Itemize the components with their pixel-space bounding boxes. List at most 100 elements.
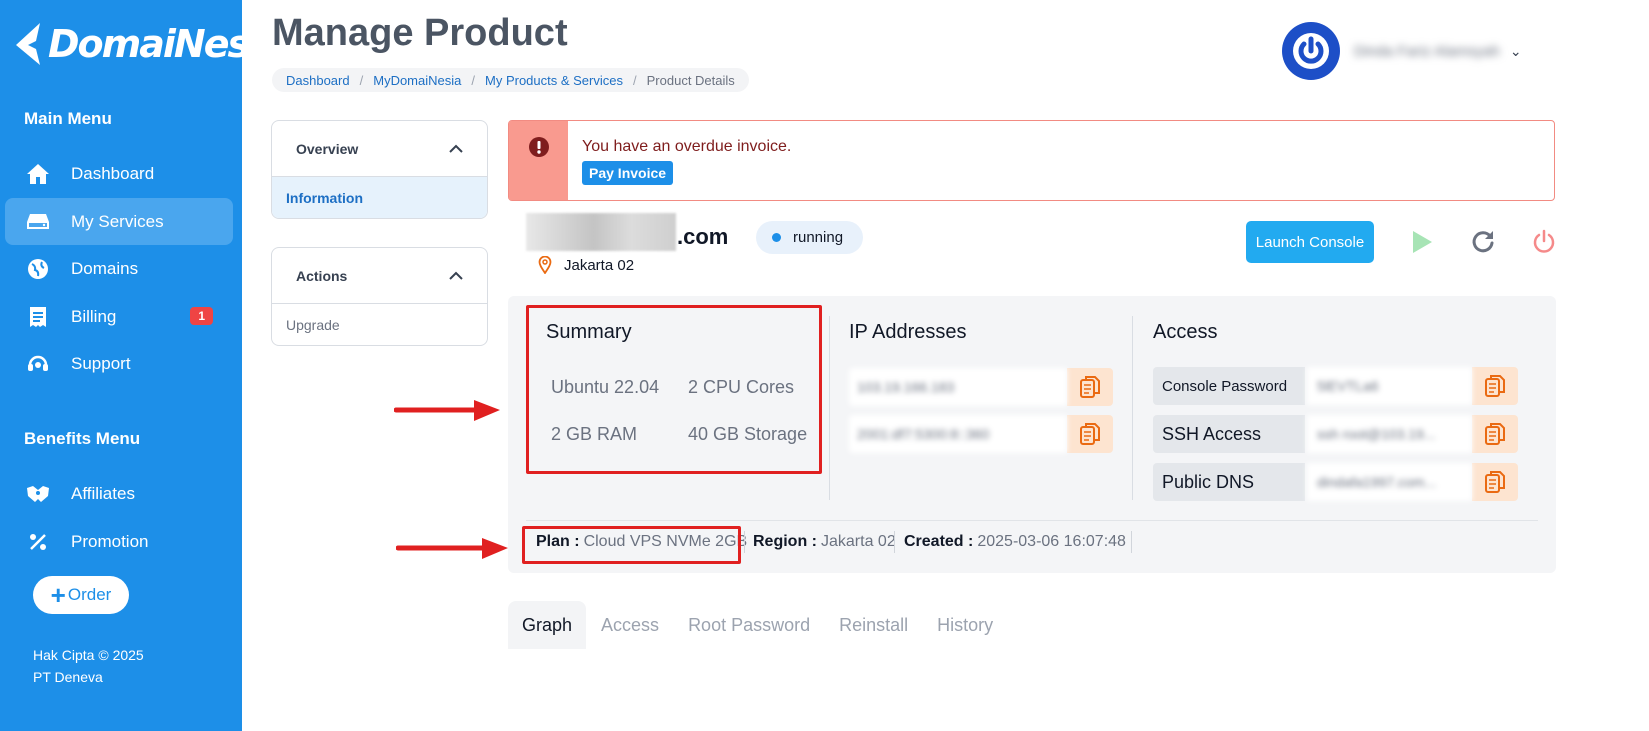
status-dot <box>772 233 781 242</box>
alert-message: You have an overdue invoice. <box>582 138 792 155</box>
access-label: SSH Access <box>1153 415 1305 453</box>
created-info: Created : 2025-03-06 16:07:48 <box>904 533 1126 551</box>
ipv6-value: 2001:df7:5300:8::360 <box>849 415 1067 453</box>
copy-ipv6-button[interactable] <box>1067 415 1113 453</box>
server-icon <box>25 209 51 235</box>
access-label: Console Password <box>1153 367 1305 405</box>
tab-root-password[interactable]: Root Password <box>674 601 824 649</box>
sidebar-item-affiliates[interactable]: Affiliates <box>5 470 233 517</box>
ipv6-row: 2001:df7:5300:8::360 <box>849 415 1113 453</box>
page-title: Manage Product <box>272 12 568 54</box>
copy-icon <box>1080 376 1100 398</box>
copy-ipv4-button[interactable] <box>1067 368 1113 406</box>
benefits-menu-title: Benefits Menu <box>24 429 141 448</box>
restart-button[interactable] <box>1469 228 1497 256</box>
alert-icon-box <box>509 121 568 200</box>
overview-title: Overview <box>296 140 359 157</box>
copy-icon <box>1485 423 1505 445</box>
sidebar-item-label: Promotion <box>71 531 149 551</box>
status-text: running <box>793 229 844 246</box>
copy-icon <box>1485 471 1505 493</box>
annotation-arrow-icon <box>396 538 508 559</box>
alert-body: You have an overdue invoice. Pay Invoice <box>568 121 791 200</box>
sidebar-item-my-services[interactable]: My Services <box>5 198 233 245</box>
tab-graph[interactable]: Graph <box>508 601 587 649</box>
copyright-line: Hak Cipta © 2025 <box>33 647 144 663</box>
sidebar-item-billing[interactable]: Billing 1 <box>5 293 233 340</box>
region-info: Region : Jakarta 02 <box>753 533 896 551</box>
panel-item-upgrade[interactable]: Upgrade <box>272 304 487 345</box>
company-line: PT Deneva <box>33 669 103 685</box>
breadcrumb-products-services[interactable]: My Products & Services <box>485 73 623 88</box>
breadcrumb-separator: / <box>359 72 364 88</box>
domain-suffix: .com <box>677 224 729 249</box>
location-text: Jakarta 02 <box>564 256 635 274</box>
sidebar-item-dashboard[interactable]: Dashboard <box>5 150 233 197</box>
headset-icon <box>25 351 51 377</box>
percent-icon <box>25 529 51 555</box>
pay-invoice-button[interactable]: Pay Invoice <box>582 161 674 185</box>
panel-item-information[interactable]: Information <box>272 177 487 218</box>
copy-console-password-button[interactable] <box>1472 367 1518 405</box>
breadcrumb-current: Product Details <box>646 72 735 88</box>
region-label: Region : <box>753 533 817 550</box>
ipv4-value: 103.19.166.183 <box>849 368 1067 406</box>
created-label: Created : <box>904 533 974 550</box>
power-off-button[interactable] <box>1530 228 1558 256</box>
created-value: 2025-03-06 16:07:48 <box>977 533 1126 550</box>
sidebar-item-domains[interactable]: Domains <box>5 245 233 292</box>
actions-panel-header[interactable]: Actions <box>272 248 487 304</box>
power-icon <box>1533 229 1555 253</box>
breadcrumb-separator: / <box>471 72 475 88</box>
sidebar-item-label: Domains <box>71 258 139 278</box>
breadcrumb-dashboard[interactable]: Dashboard <box>286 73 350 88</box>
tab-access[interactable]: Access <box>587 601 673 649</box>
play-icon <box>1413 231 1432 253</box>
tab-reinstall[interactable]: Reinstall <box>825 601 922 649</box>
user-name: Dinda Fariz Alamsyah <box>1354 42 1500 60</box>
overview-panel: Overview Information <box>271 120 488 219</box>
copy-public-dns-button[interactable] <box>1472 463 1518 501</box>
launch-console-button[interactable]: Launch Console <box>1246 221 1374 263</box>
access-title: Access <box>1153 321 1218 343</box>
start-button[interactable] <box>1408 228 1436 256</box>
map-pin-icon <box>538 256 552 274</box>
user-menu[interactable]: Dinda Fariz Alamsyah ⌄ <box>1282 22 1522 80</box>
actions-title: Actions <box>296 267 348 284</box>
plan-highlight-box <box>522 526 741 564</box>
breadcrumb-mydomainesia[interactable]: MyDomaiNesia <box>373 73 461 88</box>
domain-name-redacted <box>526 213 676 251</box>
access-label: Public DNS <box>1153 463 1305 501</box>
domainesia-logo[interactable]: DomaiNesia <box>14 14 285 74</box>
chevron-up-icon <box>449 271 463 280</box>
plus-icon: + <box>50 580 66 610</box>
access-value: dindafa1997.com... <box>1307 463 1472 501</box>
section-divider <box>1132 316 1133 500</box>
section-divider <box>829 316 830 500</box>
meta-divider <box>526 520 1538 521</box>
copy-ssh-button[interactable] <box>1472 415 1518 453</box>
copyright: Hak Cipta © 2025 PT Deneva <box>33 644 144 688</box>
sidebar-item-label: Billing <box>71 306 117 326</box>
chevron-up-icon <box>449 144 463 153</box>
sidebar-item-promotion[interactable]: Promotion <box>5 518 233 565</box>
tab-history[interactable]: History <box>923 601 1007 649</box>
order-button[interactable]: + Order <box>33 576 129 614</box>
access-row-ssh: SSH Access ssh root@103.19... <box>1153 415 1518 453</box>
overview-panel-header[interactable]: Overview <box>272 121 487 177</box>
access-row-console-password: Console Password 5lEVTLa6 <box>1153 367 1518 405</box>
access-value: ssh root@103.19... <box>1307 415 1472 453</box>
meta-separator <box>744 531 745 553</box>
home-icon <box>25 161 51 187</box>
meta-separator <box>894 531 895 553</box>
access-row-public-dns: Public DNS dindafa1997.com... <box>1153 463 1518 501</box>
summary-highlight-box <box>526 305 822 474</box>
sidebar-item-support[interactable]: Support <box>5 340 233 387</box>
exclamation-icon <box>528 137 549 157</box>
sidebar-item-label: Dashboard <box>71 163 155 183</box>
ipv4-row: 103.19.166.183 <box>849 368 1113 406</box>
sidebar: DomaiNesia Main Menu Dashboard My Servic… <box>0 0 285 731</box>
globe-icon <box>25 256 51 282</box>
restart-icon <box>1472 231 1494 253</box>
breadcrumb-separator: / <box>633 72 637 88</box>
